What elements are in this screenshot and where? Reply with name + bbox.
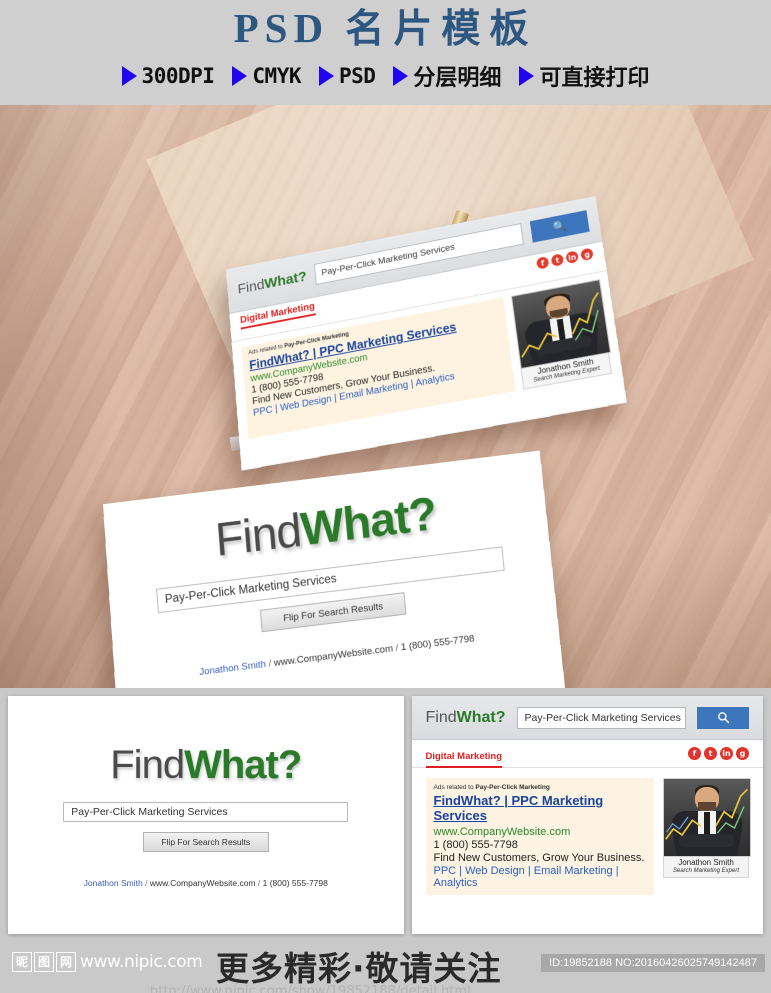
mock-search-button[interactable]: 🔍 [529, 209, 590, 243]
preview-social-row: f t in g [688, 747, 749, 760]
mock-front-contact: Jonathon Smith / www.CompanyWebsite.com … [115, 623, 560, 688]
logo-find: Find [213, 503, 303, 567]
footer-id-badge: ID:19852188 NO:20160426025749142487 [541, 954, 765, 972]
preview-ad-description: Find New Customers, Grow Your Business. [433, 851, 645, 864]
facebook-icon[interactable]: f [688, 747, 701, 760]
googleplus-icon[interactable]: g [580, 247, 594, 262]
linkedin-icon[interactable]: in [720, 747, 733, 760]
preview-ad-related-term: Pay-Per-Click Marketing [475, 784, 550, 791]
preview-subnav: Digital Marketing f t in g [411, 740, 763, 768]
preview-strip: FindWhat? Pay-Per-Click Marketing Servic… [0, 688, 771, 950]
preview-front-search-value: Pay-Per-Click Marketing Services [71, 805, 228, 818]
nipic-url: www.nipic.com [80, 952, 203, 972]
contact-name: Jonathon Smith [198, 658, 267, 679]
twitter-icon[interactable]: t [550, 253, 565, 267]
contact-name: Jonathon Smith [83, 877, 143, 888]
preview-ad-title[interactable]: FindWhat? | PPC Marketing Services [434, 793, 647, 824]
feature-printable: 可直接打印 [519, 60, 649, 92]
feature-row: 300DPI CMYK PSD 分层明细 可直接打印 [0, 60, 771, 92]
preview-ad-block: Ads related to Pay-Per-Click Marketing F… [425, 778, 654, 895]
contact-separator: / [145, 877, 148, 888]
feature-label: 300DPI [141, 64, 215, 88]
logo-what: What? [298, 486, 439, 556]
preview-ad-related-prefix: Ads related to [433, 784, 476, 791]
logo-find: Find [425, 708, 457, 726]
triangle-bullet-icon [393, 66, 409, 86]
preview-card-front: FindWhat? Pay-Per-Click Marketing Servic… [8, 696, 404, 934]
preview-search-button[interactable] [697, 706, 749, 729]
preview-ad-links[interactable]: PPC | Web Design | Email Marketing | Ana… [434, 865, 647, 889]
mock-front-search-value: Pay-Per-Click Marketing Services [164, 572, 338, 607]
facebook-icon[interactable]: f [535, 256, 550, 270]
page-footer: 昵 图 网 www.nipic.com 更多精彩·敬请关注 http://www… [0, 938, 771, 993]
feature-300dpi: 300DPI [121, 64, 215, 88]
contact-separator: / [268, 658, 272, 670]
preview-browser-header: FindWhat? Pay-Per-Click Marketing Servic… [411, 696, 763, 740]
mock-front-flip-button[interactable]: Flip For Search Results [259, 592, 407, 633]
triangle-bullet-icon [318, 66, 334, 86]
site-watermark: 昵 图 网 www.nipic.com [12, 952, 203, 972]
preview-ad-related: Ads related to Pay-Per-Click Marketing [434, 784, 647, 791]
logo-find: Find [237, 276, 266, 297]
preview-tab-digital-marketing[interactable]: Digital Marketing [425, 751, 503, 768]
contact-phone: 1 (800) 555-7798 [400, 633, 475, 654]
mock-logo: FindWhat? [237, 268, 307, 297]
preview-portrait-block: Jonathon Smith Search Marketing Expert [663, 778, 751, 895]
banner-title-latin: PSD [233, 5, 330, 51]
preview-portrait-role: Search Marketing Expert [672, 867, 740, 874]
hero-mockup: FindWhat? Pay-Per-Click Marketing Servic… [0, 105, 771, 688]
feature-label: 分层明细 [413, 66, 502, 91]
contact-separator: / [395, 642, 399, 655]
preview-portrait-caption: Jonathon Smith Search Marketing Expert [663, 857, 749, 879]
mock-search-value: Pay-Per-Click Marketing Services [320, 241, 456, 278]
feature-label: PSD [338, 64, 376, 88]
nipic-char-3: 网 [56, 952, 76, 972]
feature-label: 可直接打印 [539, 66, 650, 91]
contact-phone: 1 (800) 555-7798 [262, 877, 328, 888]
preview-front-contact: Jonathon Smith / www.CompanyWebsite.com … [84, 878, 328, 888]
preview-ad-phone: 1 (800) 555-7798 [433, 838, 518, 851]
preview-portrait-photo [663, 778, 751, 857]
feature-cmyk: CMYK [232, 64, 301, 88]
feature-label: CMYK [252, 64, 301, 88]
preview-body: Ads related to Pay-Per-Click Marketing F… [412, 768, 764, 905]
contact-website: www.CompanyWebsite.com [273, 643, 394, 670]
logo-what: What? [184, 742, 302, 787]
search-icon: 🔍 [552, 219, 568, 234]
nipic-char-2: 图 [34, 952, 54, 972]
search-icon [717, 712, 729, 724]
banner-title: PSD 名片模板 [0, 0, 771, 52]
mock-portrait-block: Jonathon Smith Search Marketing Expert [510, 279, 613, 391]
chart-overlay-icon [665, 788, 749, 840]
contact-separator: / [257, 877, 261, 888]
logo-what: What? [456, 708, 506, 726]
logo-find: Find [110, 742, 185, 787]
nipic-char-1: 昵 [12, 952, 32, 972]
linkedin-icon[interactable]: in [565, 250, 579, 264]
preview-ad-url[interactable]: www.CompanyWebsite.com [434, 826, 647, 838]
feature-psd: PSD [318, 64, 376, 88]
banner-title-cjk: 名片模板 [345, 7, 538, 52]
preview-portrait-name: Jonathon Smith [678, 858, 734, 867]
footer-detail-url: http://www.nipic.com/show/19852188/detai… [150, 984, 471, 993]
nipic-logo-icon: 昵 图 网 [12, 952, 76, 972]
preview-front-search-input[interactable]: Pay-Per-Click Marketing Services [63, 801, 349, 822]
twitter-icon[interactable]: t [704, 747, 717, 760]
preview-card-back: FindWhat? Pay-Per-Click Marketing Servic… [411, 696, 764, 934]
preview-front-flip-button[interactable]: Flip For Search Results [142, 831, 269, 852]
triangle-bullet-icon [121, 66, 137, 86]
googleplus-icon[interactable]: g [736, 747, 749, 760]
promo-banner: PSD 名片模板 300DPI CMYK PSD 分层明细 可直接打印 [0, 0, 771, 105]
triangle-bullet-icon [232, 66, 248, 86]
preview-search-value: Pay-Per-Click Marketing Services [524, 711, 681, 724]
footer-tagline: 更多精彩·敬请关注 [216, 949, 502, 988]
preview-front-logo: FindWhat? [110, 742, 302, 788]
logo-what: What? [263, 267, 308, 292]
preview-search-input[interactable]: Pay-Per-Click Marketing Services [516, 706, 686, 729]
preview-back-logo: FindWhat? [426, 709, 506, 727]
feature-layered: 分层明细 [393, 60, 501, 92]
triangle-bullet-icon [519, 66, 535, 86]
contact-website: www.CompanyWebsite.com [149, 877, 256, 888]
